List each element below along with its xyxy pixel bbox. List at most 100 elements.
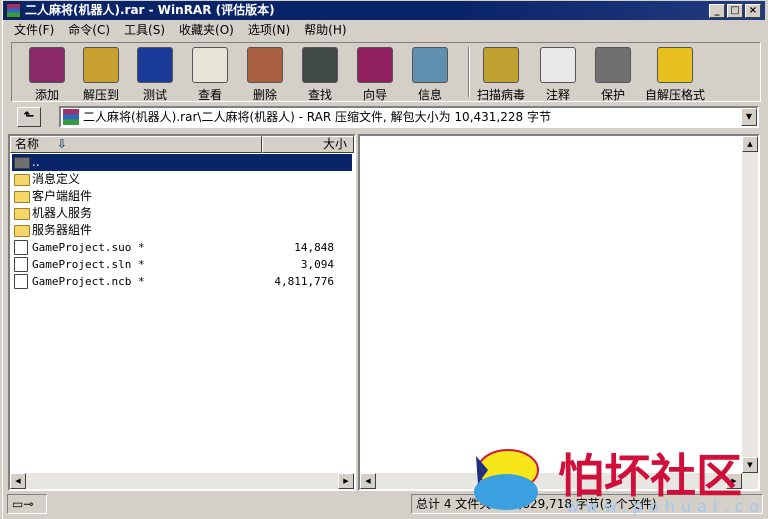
menu-options[interactable]: 选项(N) — [241, 21, 297, 39]
address-bar: ⬑ 二人麻将(机器人).rar\二人麻将(机器人) - RAR 压缩文件, 解包… — [11, 104, 761, 130]
extract-to-icon — [83, 47, 119, 83]
toolbar-button-find[interactable]: 查找 — [293, 47, 347, 102]
column-name-label: 名称 — [15, 137, 40, 151]
maximize-button[interactable]: □ — [727, 4, 743, 18]
virus-scan-icon — [483, 47, 519, 83]
status-summary: 总计 4 文件夹 和 4,829,718 字节(3 个文件) — [411, 494, 763, 514]
comment-icon — [540, 47, 576, 83]
winrar-app-icon — [6, 3, 21, 18]
rar-archive-icon — [63, 109, 79, 125]
horizontal-scrollbar-right[interactable]: ◀ ▶ — [360, 473, 758, 489]
file-size: 4,811,776 — [274, 275, 334, 288]
toolbar-button-protect[interactable]: 保护 — [586, 47, 640, 102]
sort-arrow-icon: ⇩ — [56, 137, 67, 151]
toolbar-button-virus-scan[interactable]: 扫描病毒 — [474, 47, 528, 102]
file-name: GameProject.ncb * — [32, 275, 145, 288]
scroll-right-button[interactable]: ▶ — [338, 473, 354, 489]
file-name: 消息定义 — [32, 172, 81, 186]
test-icon — [137, 47, 173, 83]
toolbar-button-test[interactable]: 测试 — [128, 47, 182, 102]
folder-icon — [14, 191, 30, 203]
file-row[interactable]: GameProject.sln * 3,094 — [12, 256, 352, 273]
parent-folder-row[interactable]: .. — [12, 154, 352, 171]
view-icon — [192, 47, 228, 83]
folder-row[interactable]: 机器人服务 — [12, 205, 352, 222]
toolbar: 添加 解压到 测试 查看 删除 查找 向导 信息 扫描病毒 注释 保护 自解压格式 — [11, 42, 761, 102]
toolbar-label: 自解压格式 — [644, 88, 705, 102]
add-archive-icon — [29, 47, 65, 83]
file-list-pane: 名称 ⇩ 大小 .. 消息定义客户端組件机器人服务服务器組件 GameProject… — [8, 134, 356, 491]
toolbar-button-info[interactable]: 信息 — [403, 47, 457, 102]
folder-icon — [14, 225, 30, 237]
scroll-down-button[interactable]: ▼ — [742, 457, 758, 473]
toolbar-button-add-archive[interactable]: 添加 — [20, 47, 74, 102]
menu-file[interactable]: 文件(F) — [7, 21, 61, 39]
toolbar-label: 查看 — [197, 88, 222, 102]
toolbar-label: 测试 — [142, 88, 167, 102]
up-folder-button[interactable]: ⬑ — [17, 107, 41, 127]
toolbar-button-wizard[interactable]: 向导 — [348, 47, 402, 102]
close-button[interactable]: × — [745, 4, 761, 18]
file-name: 机器人服务 — [32, 206, 93, 220]
winrar-window: 二人麻将(机器人).rar - WinRAR (评估版本) _ □ × 文件(F… — [2, 0, 766, 519]
folder-icon — [14, 174, 30, 186]
menu-help[interactable]: 帮助(H) — [297, 21, 353, 39]
file-row[interactable]: GameProject.ncb * 4,811,776 — [12, 273, 352, 290]
menu-favorites[interactable]: 收藏夹(O) — [172, 21, 241, 39]
find-icon — [302, 47, 338, 83]
drive-status-icon: ▭⊸ — [7, 494, 47, 514]
parent-folder-icon — [14, 157, 30, 169]
column-header-name[interactable]: 名称 ⇩ — [10, 136, 262, 153]
file-icon — [14, 274, 28, 289]
file-size: 3,094 — [300, 258, 334, 271]
folder-row[interactable]: 服务器組件 — [12, 222, 352, 239]
dropdown-arrow-icon[interactable]: ▼ — [741, 108, 757, 126]
minimize-button[interactable]: _ — [709, 4, 725, 18]
toolbar-button-delete[interactable]: 删除 — [238, 47, 292, 102]
toolbar-button-comment[interactable]: 注释 — [531, 47, 585, 102]
file-name: 服务器組件 — [32, 223, 93, 237]
toolbar-separator — [468, 47, 470, 97]
vertical-scrollbar[interactable]: ▲ ▼ — [742, 136, 758, 473]
toolbar-label: 删除 — [252, 88, 277, 102]
toolbar-label: 信息 — [417, 88, 442, 102]
toolbar-label: 查找 — [307, 88, 332, 102]
wizard-icon — [357, 47, 393, 83]
toolbar-label: 扫描病毒 — [476, 88, 525, 102]
scroll-right-button[interactable]: ▶ — [726, 473, 742, 489]
delete-icon — [247, 47, 283, 83]
sfx-icon — [657, 47, 693, 83]
toolbar-label: 解压到 — [82, 88, 119, 102]
file-name: GameProject.suo * — [32, 241, 145, 254]
folder-row[interactable]: 客户端組件 — [12, 188, 352, 205]
file-name: 客户端組件 — [32, 189, 93, 203]
toolbar-button-sfx[interactable]: 自解压格式 — [642, 47, 708, 102]
path-combo[interactable]: 二人麻将(机器人).rar\二人麻将(机器人) - RAR 压缩文件, 解包大小… — [59, 106, 759, 128]
title-bar: 二人麻将(机器人).rar - WinRAR (评估版本) _ □ × — [3, 1, 765, 20]
file-icon — [14, 240, 28, 255]
folder-row[interactable]: 消息定义 — [12, 171, 352, 188]
toolbar-label: 添加 — [34, 88, 59, 102]
toolbar-label: 注释 — [545, 88, 570, 102]
toolbar-button-extract-to[interactable]: 解压到 — [74, 47, 128, 102]
toolbar-label: 保护 — [600, 88, 625, 102]
file-row[interactable]: GameProject.suo * 14,848 — [12, 239, 352, 256]
column-header-size[interactable]: 大小 — [262, 136, 354, 153]
folder-icon — [14, 208, 30, 220]
toolbar-button-view[interactable]: 查看 — [183, 47, 237, 102]
scroll-up-button[interactable]: ▲ — [742, 136, 758, 152]
info-icon — [412, 47, 448, 83]
scroll-left-button[interactable]: ◀ — [360, 473, 376, 489]
status-bar: ▭⊸ 总计 4 文件夹 和 4,829,718 字节(3 个文件) — [7, 494, 765, 514]
horizontal-scrollbar[interactable]: ◀ ▶ — [10, 473, 354, 489]
info-pane: ▲ ▼ ◀ ▶ — [358, 134, 760, 491]
path-text: 二人麻将(机器人).rar\二人麻将(机器人) - RAR 压缩文件, 解包大小… — [83, 110, 551, 124]
scroll-left-button[interactable]: ◀ — [10, 473, 26, 489]
menu-commands[interactable]: 命令(C) — [61, 21, 117, 39]
file-size: 14,848 — [294, 241, 334, 254]
window-title: 二人麻将(机器人).rar - WinRAR (评估版本) — [25, 3, 275, 17]
toolbar-label: 向导 — [362, 88, 387, 102]
file-icon — [14, 257, 28, 272]
file-name: GameProject.sln * — [32, 258, 145, 271]
menu-tools[interactable]: 工具(S) — [117, 21, 172, 39]
